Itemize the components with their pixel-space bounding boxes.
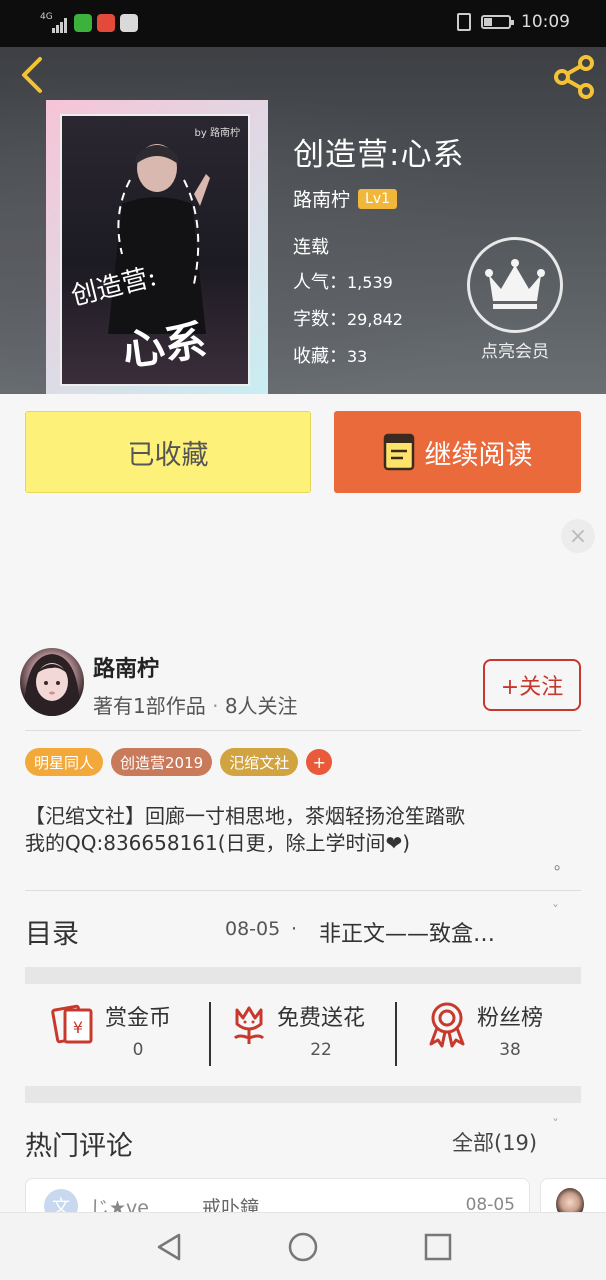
close-ad-button[interactable]: × xyxy=(561,519,595,553)
hot-comments-title: 热门评论 xyxy=(25,1131,133,1162)
book-header: by 路南柠 创造营: 心系 创造营:心系 路南柠 Lv1 连载 人气：1,53… xyxy=(0,47,606,394)
fan-ranking-button[interactable]: 粉丝榜 38 xyxy=(425,1000,543,1060)
stat-value: 0 xyxy=(132,1040,144,1060)
words-value: 29,842 xyxy=(347,310,403,329)
book-title: 创造营:心系 xyxy=(293,137,465,173)
nav-recents-icon[interactable] xyxy=(422,1231,454,1263)
follow-label: +关注 xyxy=(500,675,564,700)
description-line: 我的QQ:836658161(日更，除上学时间❤) xyxy=(25,831,411,855)
stat-label: 免费送花 xyxy=(277,1006,366,1031)
toc-title: 目录 xyxy=(25,919,79,950)
popularity-label: 人气： xyxy=(293,272,347,293)
author-card-name[interactable]: 路南柠 xyxy=(93,651,159,683)
author-stats-separator: · xyxy=(212,694,219,718)
words-stat: 字数：29,842 xyxy=(293,305,403,331)
nav-home-icon[interactable] xyxy=(287,1231,319,1263)
author-avatar[interactable] xyxy=(20,648,84,716)
back-button[interactable] xyxy=(14,53,54,97)
tag-chip[interactable]: 创造营2019 xyxy=(111,748,213,776)
popularity-value: 1,539 xyxy=(347,273,393,292)
flower-icon xyxy=(233,1006,265,1044)
follow-button[interactable]: +关注 xyxy=(483,659,581,711)
divider xyxy=(25,730,581,731)
level-badge: Lv1 xyxy=(358,188,398,209)
clock: 10:09 xyxy=(521,12,570,32)
stat-label: 赏金币 xyxy=(105,1006,172,1031)
author-row: 路南柠 Lv1 xyxy=(293,185,398,212)
share-button[interactable] xyxy=(550,53,598,101)
svg-text:¥: ¥ xyxy=(73,1018,83,1037)
words-label: 字数： xyxy=(293,309,347,330)
tag-chip[interactable]: 汜绾文社 xyxy=(220,748,299,776)
stat-value: 22 xyxy=(310,1040,332,1060)
popularity-stat: 人气：1,539 xyxy=(293,268,393,294)
app-notification-icon xyxy=(74,14,92,32)
signal-icon xyxy=(52,14,68,33)
favorites-stat: 收藏：33 xyxy=(293,342,367,368)
vip-button[interactable]: 点亮会员 xyxy=(466,237,564,362)
stat-value: 38 xyxy=(499,1040,521,1060)
continue-reading-label: 继续阅读 xyxy=(424,439,533,471)
collected-label: 已收藏 xyxy=(127,439,209,471)
add-tag-button[interactable]: + xyxy=(306,749,333,775)
tag-list: 明星同人 创造营2019 汜绾文社 + xyxy=(25,748,333,776)
collected-button[interactable]: 已收藏 xyxy=(25,411,311,493)
status-bar: 4G 10:09 xyxy=(0,0,606,47)
table-of-contents-row[interactable]: 目录 08-05 · 非正文——致盒… xyxy=(25,912,581,952)
divider xyxy=(209,1002,211,1066)
red-envelope-icon: ¥ xyxy=(51,1004,93,1044)
section-separator xyxy=(25,1086,581,1103)
toc-separator: · xyxy=(291,918,298,940)
support-stats: ¥ 赏金币 0 免费送花 22 粉丝榜 38 xyxy=(25,1000,581,1070)
book-description[interactable]: 【汜绾文社】回廊一寸相思地，茶烟轻扬沧笙踏歌 我的QQ:836658161(日更… xyxy=(25,803,570,857)
toc-latest-chapter: 非正文——致盒… xyxy=(319,922,496,947)
medal-icon xyxy=(429,1002,465,1048)
continue-reading-button[interactable]: 继续阅读 xyxy=(334,411,581,493)
share-icon xyxy=(554,55,594,99)
toc-latest-date: 08-05 xyxy=(225,918,281,940)
favorites-label: 收藏： xyxy=(293,346,347,367)
chevron-down-icon: ˇ xyxy=(552,904,559,920)
section-separator xyxy=(25,967,581,984)
book-cover[interactable]: by 路南柠 创造营: 心系 xyxy=(46,100,268,394)
author-followers: 8人关注 xyxy=(224,694,298,718)
free-flower-button[interactable]: 免费送花 22 xyxy=(229,1000,365,1060)
book-icon xyxy=(383,433,414,471)
tag-chip[interactable]: 明星同人 xyxy=(25,748,104,776)
description-end: 。 xyxy=(554,854,571,873)
serial-status: 连载 xyxy=(293,237,329,258)
divider xyxy=(395,1002,397,1066)
all-comments-link[interactable]: 全部(19) xyxy=(452,1127,537,1157)
cover-title-line2: 心系 xyxy=(119,315,210,376)
nav-back-icon[interactable] xyxy=(153,1231,185,1263)
system-navigation-bar xyxy=(0,1212,606,1280)
vip-label: 点亮会员 xyxy=(481,342,549,362)
cover-figure-image xyxy=(108,144,210,334)
chevron-left-icon xyxy=(22,57,42,93)
description-line: 【汜绾文社】回廊一寸相思地，茶烟轻扬沧笙踏歌 xyxy=(25,804,465,828)
author-name[interactable]: 路南柠 xyxy=(293,185,350,212)
crown-icon xyxy=(467,237,563,333)
app-notification-icon xyxy=(97,14,115,32)
app-notification-icon xyxy=(120,14,138,32)
author-works: 著有1部作品 xyxy=(93,694,206,718)
chevron-down-icon: ˇ xyxy=(552,1118,559,1134)
battery-icon xyxy=(481,15,514,29)
author-card-stats: 著有1部作品 · 8人关注 xyxy=(93,690,298,719)
favorites-value: 33 xyxy=(347,347,368,366)
close-icon: × xyxy=(568,523,588,549)
reward-coins-button[interactable]: ¥ 赏金币 0 xyxy=(51,1000,171,1060)
stat-label: 粉丝榜 xyxy=(477,1006,544,1031)
vibrate-icon xyxy=(457,13,471,31)
divider xyxy=(25,890,581,891)
